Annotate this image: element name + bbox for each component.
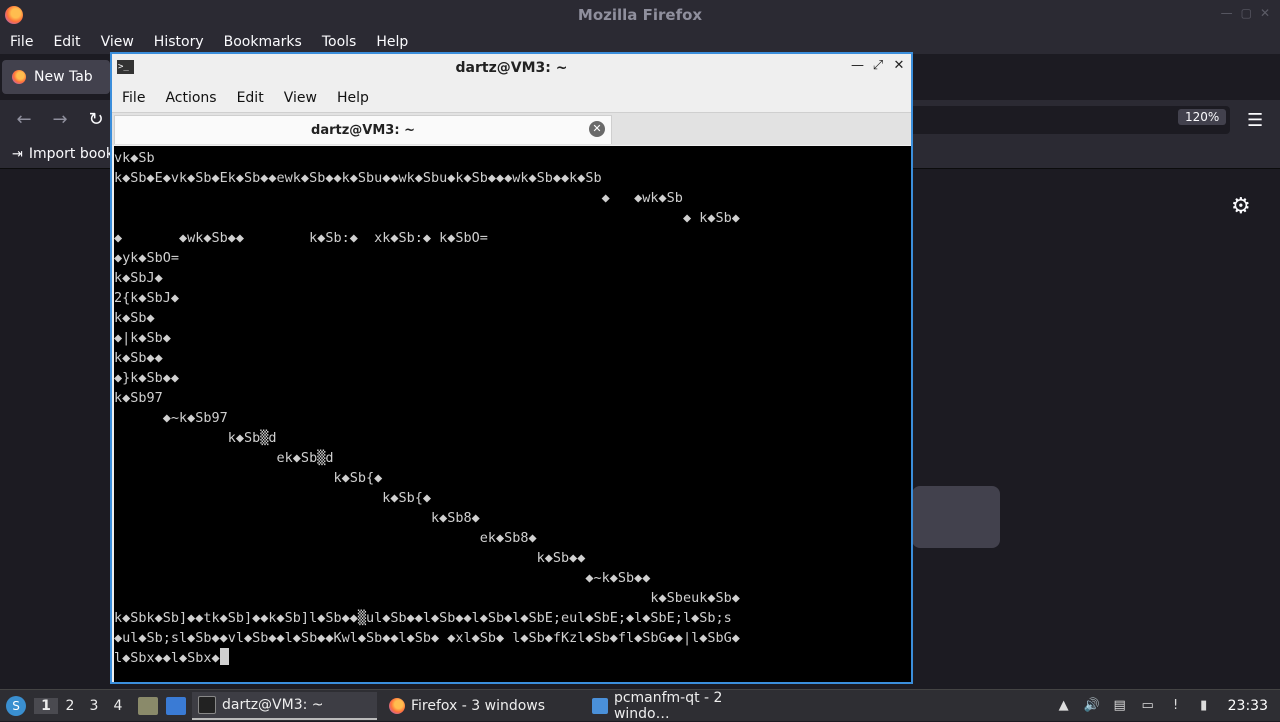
start-menu-icon[interactable]: S — [6, 695, 26, 716]
task-pcmanfm[interactable]: pcmanfm-qt - 2 windo… — [586, 689, 788, 722]
terminal-window-controls: — ⤢ ✕ — [851, 58, 905, 73]
menu-history[interactable]: History — [144, 34, 214, 50]
import-bookmarks-link[interactable]: Import book — [29, 146, 114, 162]
terminal-titlebar[interactable]: >_ dartz@VM3: ~ — ⤢ ✕ — [112, 54, 911, 82]
tab-new-tab[interactable]: New Tab — [2, 60, 110, 94]
hamburger-menu-icon[interactable]: ☰ — [1247, 110, 1263, 131]
desktop-4[interactable]: 4 — [106, 698, 130, 714]
menu-tools[interactable]: Tools — [312, 34, 367, 50]
terminal-tabbar: dartz@VM3: ~ ✕ — [112, 112, 911, 145]
minimize-icon[interactable]: — — [1221, 6, 1233, 20]
taskbar: S 1 2 3 4 dartz@VM3: ~ Firefox - 3 windo… — [0, 689, 1280, 722]
term-menu-edit[interactable]: Edit — [227, 90, 274, 106]
desktop-2[interactable]: 2 — [58, 698, 82, 714]
newtab-search-card[interactable] — [912, 486, 1000, 548]
terminal-line: 2{k◆SbJ◆ — [114, 290, 180, 306]
terminal-app-icon: >_ — [117, 60, 134, 74]
firefox-window-title: Mozilla Firefox — [577, 6, 703, 24]
reload-icon[interactable]: ↻ — [84, 108, 108, 132]
terminal-line: k◆Sbk◆Sb]◆◆tk◆Sb]◆◆k◆Sb]l◆Sb◆◆▒ul◆Sb◆◆l◆… — [114, 610, 732, 626]
update-notifier-icon[interactable]: ! — [1168, 698, 1184, 714]
terminal-output[interactable]: vk◆Sb k◆Sb◆E◆vk◆Sb◆Ek◆Sb◆◆ewk◆Sb◆◆k◆Sbu◆… — [114, 146, 911, 682]
forward-arrow-icon[interactable]: → — [48, 108, 72, 132]
term-menu-file[interactable]: File — [112, 90, 155, 106]
firefox-icon — [389, 697, 405, 714]
task-firefox[interactable]: Firefox - 3 windows — [383, 692, 580, 720]
battery-icon[interactable]: ▮ — [1196, 698, 1212, 714]
terminal-line: ◆ k◆Sb◆ — [114, 210, 740, 226]
terminal-line: ◆ul◆Sb;sl◆Sb◆◆vl◆Sb◆◆l◆Sb◆◆Kwl◆Sb◆◆l◆Sb◆… — [114, 630, 740, 646]
firefox-menubar: File Edit View History Bookmarks Tools H… — [0, 30, 1280, 54]
menu-help[interactable]: Help — [366, 34, 418, 50]
clipboard-icon[interactable]: ▤ — [1112, 698, 1128, 714]
terminal-line: ◆~k◆Sb97 — [114, 410, 228, 426]
terminal-line: ek◆Sb▒d — [114, 450, 334, 466]
tab-label: New Tab — [34, 69, 93, 85]
terminal-icon — [198, 695, 216, 714]
terminal-line: k◆Sb◆E◆vk◆Sb◆Ek◆Sb◆◆ewk◆Sb◆◆k◆Sbu◆◆wk◆Sb… — [114, 170, 602, 186]
terminal-line: k◆Sb8◆ — [114, 510, 480, 526]
terminal-line: k◆Sbeuk◆Sb◆ — [114, 590, 740, 606]
task-label: dartz@VM3: ~ — [222, 696, 324, 713]
firefox-titlebar: Mozilla Firefox — ▢ ✕ — [0, 0, 1280, 30]
import-icon: ⇥ — [12, 146, 23, 162]
show-desktop-icon[interactable] — [138, 696, 158, 715]
terminal-line: k◆Sb◆◆ — [114, 550, 586, 566]
file-manager-launcher-icon[interactable] — [166, 696, 186, 715]
terminal-line: ◆yk◆SbO= — [114, 250, 180, 266]
terminal-line: k◆Sb◆◆ — [114, 350, 163, 366]
folder-icon — [592, 697, 608, 714]
terminal-line: ek◆Sb8◆ — [114, 530, 537, 546]
terminal-tab-label: dartz@VM3: ~ — [311, 122, 415, 138]
menu-edit[interactable]: Edit — [43, 34, 90, 50]
terminal-line: k◆Sb▒d — [114, 430, 277, 446]
terminal-cursor — [219, 648, 229, 665]
terminal-title: dartz@VM3: ~ — [455, 60, 568, 76]
clock: 23:33 — [1227, 697, 1268, 714]
tray-arrow-icon[interactable]: ▲ — [1056, 698, 1072, 714]
terminal-line: ◆}k◆Sb◆◆ — [114, 370, 180, 386]
terminal-line: k◆Sb{◆ — [114, 470, 383, 486]
terminal-line: ◆~k◆Sb◆◆ — [114, 570, 651, 586]
terminal-line: ◆ ◆wk◆Sb — [114, 190, 683, 206]
maximize-icon[interactable]: ▢ — [1241, 6, 1252, 20]
minimize-icon[interactable]: — — [851, 58, 864, 73]
task-terminal[interactable]: dartz@VM3: ~ — [192, 691, 377, 720]
task-label: pcmanfm-qt - 2 windo… — [613, 689, 723, 722]
terminal-output-text: vk◆Sb k◆Sb◆E◆vk◆Sb◆Ek◆Sb◆◆ewk◆Sb◆◆k◆Sbu◆… — [114, 146, 911, 668]
menu-file[interactable]: File — [0, 34, 43, 50]
back-arrow-icon[interactable]: ← — [12, 108, 36, 132]
network-icon[interactable]: ▭ — [1140, 698, 1156, 714]
firefox-window-controls: — ▢ ✕ — [1221, 6, 1270, 20]
volume-icon[interactable]: 🔊 — [1084, 698, 1100, 714]
term-menu-view[interactable]: View — [274, 90, 327, 106]
zoom-level-badge[interactable]: 120% — [1178, 109, 1227, 125]
task-label: Firefox - 3 windows — [411, 697, 546, 714]
term-menu-actions[interactable]: Actions — [155, 90, 226, 106]
terminal-line: k◆Sb◆ — [114, 310, 155, 326]
menu-bookmarks[interactable]: Bookmarks — [214, 34, 312, 50]
terminal-line: ◆|k◆Sb◆ — [114, 330, 171, 346]
firefox-tab-icon — [12, 70, 26, 84]
close-icon[interactable]: ✕ — [1260, 6, 1270, 20]
menu-view[interactable]: View — [91, 34, 144, 50]
terminal-line: k◆SbJ◆ — [114, 270, 163, 286]
terminal-tab[interactable]: dartz@VM3: ~ ✕ — [114, 115, 612, 144]
tab-close-icon[interactable]: ✕ — [589, 121, 605, 137]
terminal-window: >_ dartz@VM3: ~ — ⤢ ✕ File Actions Edit … — [110, 52, 913, 684]
terminal-line: k◆Sb{◆ — [114, 490, 431, 506]
terminal-line: l◆Sbx◆◆l◆Sbx◆ — [114, 650, 220, 666]
close-icon[interactable]: ✕ — [893, 58, 905, 73]
terminal-menubar: File Actions Edit View Help — [112, 84, 911, 112]
system-tray: ▲ 🔊 ▤ ▭ ! ▮ 23:33 — [1056, 690, 1280, 721]
desktop-3[interactable]: 3 — [82, 698, 106, 714]
firefox-logo-icon — [5, 6, 23, 24]
desktop-1[interactable]: 1 — [34, 697, 58, 714]
gear-icon[interactable]: ⚙ — [1231, 194, 1251, 219]
terminal-line: vk◆Sb — [114, 150, 155, 166]
maximize-icon[interactable]: ⤢ — [872, 58, 884, 73]
terminal-line: k◆Sb97 — [114, 390, 163, 406]
terminal-line: ◆ ◆wk◆Sb◆◆ k◆Sb:◆ xk◆Sb:◆ k◆SbO= — [114, 230, 488, 246]
term-menu-help[interactable]: Help — [327, 90, 379, 106]
